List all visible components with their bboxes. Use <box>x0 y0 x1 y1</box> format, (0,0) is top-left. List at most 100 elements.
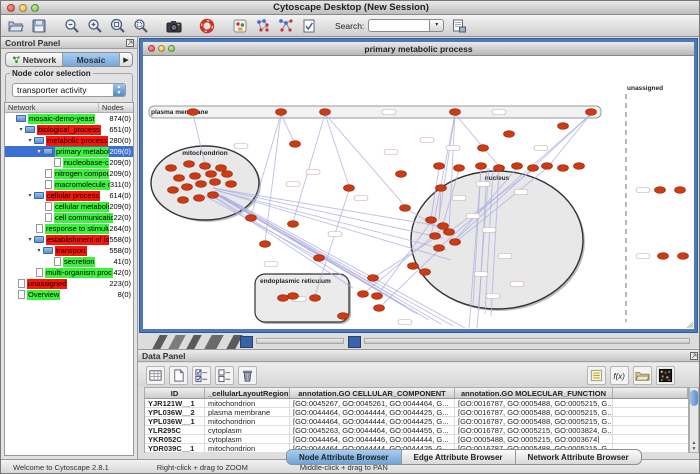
network-node[interactable] <box>542 163 553 170</box>
disclosure-triangle-icon[interactable]: ▾ <box>17 126 25 133</box>
table-row[interactable]: YKR052Ccytoplasm[GO:0044464, GO:0044446,… <box>145 435 688 444</box>
zoom-in-icon[interactable] <box>86 17 104 35</box>
network-node[interactable] <box>344 185 355 192</box>
tab-network-attribute-browser[interactable]: Network Attribute Browser <box>516 450 641 464</box>
disclosure-triangle-icon[interactable]: ▾ <box>26 192 34 199</box>
select-attributes-icon[interactable] <box>192 366 211 385</box>
network-node[interactable] <box>558 123 569 130</box>
import-attributes-icon[interactable] <box>633 366 652 385</box>
tree-row[interactable]: cell communication22(0) <box>5 212 133 223</box>
snapshot-icon[interactable] <box>165 17 183 35</box>
network-node[interactable] <box>196 181 207 188</box>
network-node[interactable] <box>430 233 441 240</box>
layout-edges-icon[interactable] <box>277 17 295 35</box>
network-view-window[interactable]: primary metabolic process plasma membran… <box>140 39 697 332</box>
tab-network[interactable]: Network <box>6 53 63 66</box>
network-node[interactable] <box>655 187 666 194</box>
network-node[interactable] <box>182 184 193 191</box>
column-header[interactable]: annotation.GO MOLECULAR_FUNCTION <box>455 388 613 398</box>
network-node[interactable] <box>338 313 349 320</box>
network-window-titlebar[interactable]: primary metabolic process <box>143 42 694 56</box>
network-node[interactable] <box>226 181 237 188</box>
network-node[interactable] <box>320 109 331 116</box>
close-button[interactable] <box>7 4 15 12</box>
network-node[interactable] <box>434 245 445 252</box>
formula-icon[interactable]: f(x) <box>610 366 629 385</box>
delete-attribute-icon[interactable] <box>238 366 257 385</box>
titlebar[interactable]: Cytoscape Desktop (New Session) <box>1 1 700 15</box>
tree-row[interactable]: unassigned223(0) <box>5 278 133 289</box>
network-node[interactable] <box>586 109 597 116</box>
table-row[interactable]: YJR121W__1mitochondrion[GO:0045267, GO:0… <box>145 399 688 408</box>
network-node[interactable] <box>290 141 301 148</box>
tree-row[interactable]: mosaic-demo-yeast874(0) <box>5 113 133 124</box>
network-zoom-button[interactable] <box>168 45 175 52</box>
matrix-icon[interactable] <box>656 366 675 385</box>
tree-row[interactable]: macromolecule meta311(0) <box>5 179 133 190</box>
network-node[interactable] <box>288 221 299 228</box>
minimize-button[interactable] <box>19 4 27 12</box>
table-row[interactable]: YPL036W__2plasma membrane[GO:0044464, GO… <box>145 408 688 417</box>
background-window[interactable] <box>240 336 253 348</box>
float-panel-icon[interactable] <box>690 352 698 360</box>
network-node[interactable] <box>438 223 449 230</box>
disclosure-triangle-icon[interactable]: ▾ <box>26 236 34 243</box>
network-minimize-button[interactable] <box>158 45 165 52</box>
network-node[interactable] <box>426 217 437 224</box>
network-node[interactable] <box>504 131 515 138</box>
network-node[interactable] <box>678 253 689 260</box>
network-node[interactable] <box>184 161 195 168</box>
tree-row[interactable]: ▾biological_process651(0) <box>5 124 133 135</box>
network-node[interactable] <box>512 163 523 170</box>
disclosure-triangle-icon[interactable]: ▾ <box>26 137 34 144</box>
notepad-icon[interactable] <box>587 366 606 385</box>
new-attribute-icon[interactable] <box>169 366 188 385</box>
network-node[interactable] <box>288 293 299 300</box>
tree-row[interactable]: ▾primary metabolic process209(0) <box>5 146 133 157</box>
table-row[interactable]: YPL036W__1mitochondrion[GO:0044464, GO:0… <box>145 417 688 426</box>
tree-row[interactable]: response to stimulus264(0) <box>5 223 133 234</box>
float-panel-icon[interactable] <box>126 39 134 47</box>
network-node[interactable] <box>210 179 221 186</box>
network-node[interactable] <box>310 295 321 302</box>
tree-row[interactable]: ▾cellular process614(0) <box>5 190 133 201</box>
network-node[interactable] <box>314 255 325 262</box>
network-node[interactable] <box>368 275 379 282</box>
zoom-button[interactable] <box>31 4 39 12</box>
tab-mosaic[interactable]: Mosaic <box>63 53 120 66</box>
zoom-out-icon[interactable] <box>63 17 81 35</box>
tree-col-network[interactable]: Network <box>5 103 99 112</box>
network-node[interactable] <box>174 175 185 182</box>
network-node[interactable] <box>420 269 431 276</box>
network-node[interactable] <box>278 295 289 302</box>
network-node[interactable] <box>246 215 257 222</box>
table-scrollbar[interactable]: ▲▼ <box>689 387 699 453</box>
tab-edge-attribute-browser[interactable]: Edge Attribute Browser <box>402 450 516 464</box>
tree-row[interactable]: multi-organism proc42(0) <box>5 267 133 278</box>
layout-nodes-icon[interactable] <box>254 17 272 35</box>
network-node[interactable] <box>450 109 461 116</box>
network-node[interactable] <box>216 165 227 172</box>
network-node[interactable] <box>450 239 461 246</box>
network-node[interactable] <box>168 187 179 194</box>
tabs-overflow-button[interactable]: ▶ <box>120 53 132 66</box>
zoom-region-icon[interactable] <box>132 17 150 35</box>
network-node[interactable] <box>372 293 383 300</box>
network-node[interactable] <box>558 165 569 172</box>
network-close-button[interactable] <box>148 45 155 52</box>
network-node[interactable] <box>276 109 287 116</box>
network-node[interactable] <box>494 165 505 172</box>
tree-row[interactable]: cellular metabolic pro209(0) <box>5 201 133 212</box>
tree-row[interactable]: nitrogen compound me209(0) <box>5 168 133 179</box>
network-node[interactable] <box>206 171 217 178</box>
table-icon[interactable] <box>146 366 165 385</box>
network-node[interactable] <box>476 163 487 170</box>
network-node[interactable] <box>194 195 205 202</box>
network-node[interactable] <box>528 165 539 172</box>
tree-row[interactable]: secretion41(0) <box>5 256 133 267</box>
column-header[interactable]: _cellularLayoutRegion <box>205 388 290 398</box>
network-node[interactable] <box>188 109 199 116</box>
search-index-icon[interactable] <box>450 17 468 35</box>
network-node[interactable] <box>260 241 271 248</box>
tree-row[interactable]: ▾establishment of localiz558(0) <box>5 234 133 245</box>
